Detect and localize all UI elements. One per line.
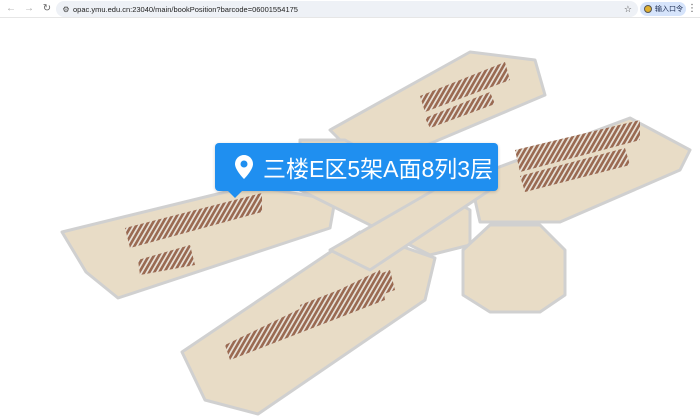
extension-label: 输入口令 (655, 6, 683, 13)
bookmark-star-icon[interactable]: ☆ (624, 4, 632, 15)
extension-button[interactable]: 输入口令 (640, 2, 686, 16)
url-text: opac.ymu.edu.cn:23040/main/bookPosition?… (73, 4, 298, 14)
address-bar[interactable]: ⚙ opac.ymu.edu.cn:23040/main/bookPositio… (56, 1, 638, 17)
forward-icon[interactable]: → (22, 3, 36, 14)
location-label: 三楼E区5架A面8列3层 (263, 156, 494, 182)
browser-toolbar: ← → ↻ ⚙ opac.ymu.edu.cn:23040/main/bookP… (0, 0, 700, 18)
back-icon[interactable]: ← (4, 3, 18, 14)
octagon-hall (461, 223, 567, 314)
floor-map[interactable] (0, 19, 700, 418)
reload-icon[interactable]: ↻ (40, 3, 54, 14)
more-menu-icon[interactable]: ⋮ (687, 3, 697, 14)
location-callout: 三楼E区5架A面8列3层 (215, 143, 498, 198)
site-settings-icon[interactable]: ⚙ (59, 5, 73, 14)
extension-icon (644, 5, 652, 13)
location-pin-icon (235, 155, 253, 179)
